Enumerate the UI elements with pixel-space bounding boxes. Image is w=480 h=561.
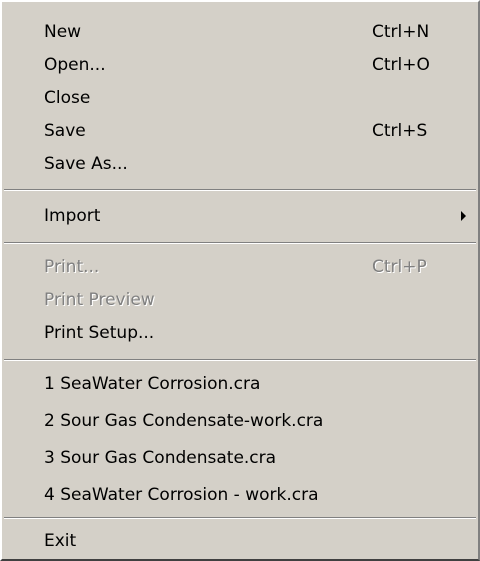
file-menu: New Ctrl+N Open... Ctrl+O Close Save Ctr… [0,0,480,561]
menu-item-open[interactable]: Open... Ctrl+O [2,47,478,84]
menu-item-print-shortcut: Ctrl+P [372,257,427,277]
menu-item-print: Print... Ctrl+P [2,249,478,286]
menu-item-new-shortcut: Ctrl+N [372,22,430,42]
menu-separator [4,242,476,244]
recent-file-item[interactable]: 1 SeaWater Corrosion.cra [2,366,478,403]
menu-item-save-label: Save [44,121,86,141]
menu-item-exit[interactable]: Exit [2,523,478,560]
menu-item-print-preview: Print Preview [2,282,478,319]
menu-item-new[interactable]: New Ctrl+N [2,14,478,51]
menu-item-save-as-label: Save As... [44,154,128,174]
recent-file-item[interactable]: 4 SeaWater Corrosion - work.cra [2,477,478,514]
menu-item-open-shortcut: Ctrl+O [372,55,430,75]
menu-separator [4,517,476,519]
menu-item-new-label: New [44,22,82,42]
menu-item-save[interactable]: Save Ctrl+S [2,113,478,150]
menu-item-print-setup-label: Print Setup... [44,323,155,343]
menu-item-import-label: Import [44,206,101,226]
menu-item-save-shortcut: Ctrl+S [372,121,428,141]
recent-file-label: 4 SeaWater Corrosion - work.cra [44,485,319,505]
menu-item-import[interactable]: Import [2,198,478,235]
menu-item-close-label: Close [44,88,91,108]
menu-item-exit-label: Exit [44,531,77,551]
menu-item-print-preview-label: Print Preview [44,290,155,310]
recent-file-label: 1 SeaWater Corrosion.cra [44,374,261,394]
menu-separator [4,359,476,361]
menu-item-open-label: Open... [44,55,106,75]
recent-file-item[interactable]: 2 Sour Gas Condensate-work.cra [2,403,478,440]
submenu-arrow-icon [461,211,466,221]
menu-item-print-setup[interactable]: Print Setup... [2,315,478,352]
recent-file-label: 2 Sour Gas Condensate-work.cra [44,411,324,431]
recent-file-label: 3 Sour Gas Condensate.cra [44,448,277,468]
menu-item-close[interactable]: Close [2,80,478,117]
menu-item-save-as[interactable]: Save As... [2,146,478,183]
recent-file-item[interactable]: 3 Sour Gas Condensate.cra [2,440,478,477]
menu-separator [4,189,476,191]
menu-item-print-label: Print... [44,257,100,277]
